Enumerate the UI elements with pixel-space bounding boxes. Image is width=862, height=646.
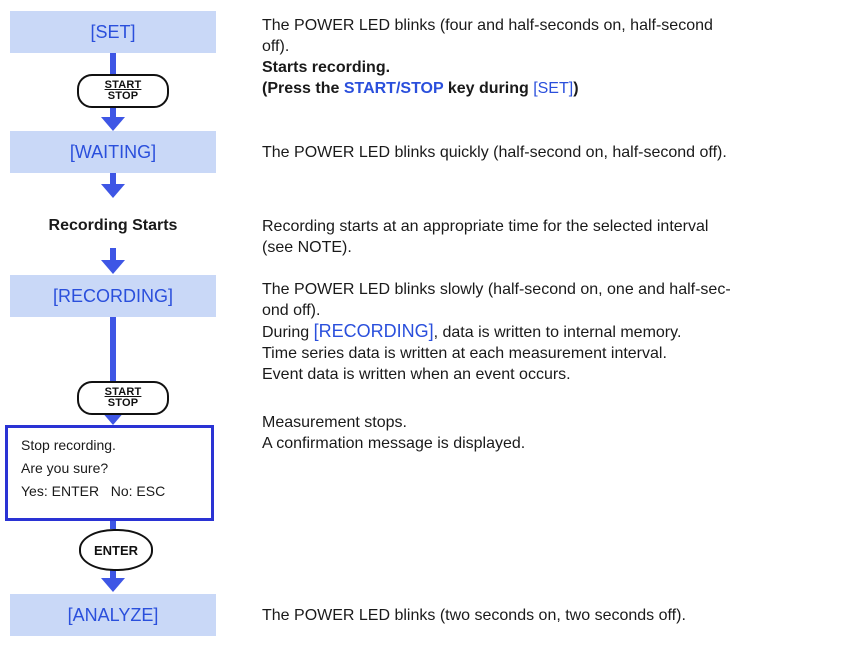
state-recording: [RECORDING] [10,275,216,317]
press-key: START/STOP [343,80,444,97]
start-stop-key: START STOP [77,381,169,415]
arrow-down-icon [101,260,125,274]
recording-line1: The POWER LED blinks slowly (half-second… [262,281,731,298]
dialog-yes: Yes: ENTER [21,483,100,499]
stop-description: Measurement stops. A confirmation messag… [262,412,525,454]
time-series-line: Time series data is written at each meas… [262,345,667,362]
flow-line [110,521,116,529]
recording-description: The POWER LED blinks slowly (half-second… [262,279,731,385]
stop-confirm-dialog: Stop recording. Are you sure? Yes: ENTER… [5,425,214,521]
state-set: [SET] [10,11,216,53]
during-recording-line: During [RECORDING], data is written to i… [262,321,731,343]
recording-starts-label: Recording Starts [48,217,178,234]
stop-label: STOP [107,90,139,102]
state-waiting: [WAITING] [10,131,216,173]
arrow-down-icon [101,578,125,592]
confirm-line: A confirmation message is displayed. [262,435,526,452]
set-desc-line2: off). [262,38,290,55]
waiting-description: The POWER LED blinks quickly (half-secon… [262,144,727,161]
during-pre: During [262,324,314,341]
press-pre: (Press the [262,80,344,97]
rec-starts-line2: (see NOTE). [262,239,352,256]
event-data-line: Event data is written when an event occu… [262,366,571,383]
state-analyze: [ANALYZE] [10,594,216,636]
flow-line [110,52,116,76]
recording-starts-description: Recording starts at an appropriate time … [262,216,708,258]
set-desc-line1: The POWER LED blinks (four and half-seco… [262,17,713,34]
press-start-stop-note: (Press the START/STOP key during [SET]) [262,78,713,99]
analyze-description: The POWER LED blinks (two seconds on, tw… [262,607,686,624]
during-state: [RECORDING] [313,321,434,341]
dialog-line2: Are you sure? [21,460,109,476]
start-stop-key: START STOP [77,74,169,108]
starts-recording-text: Starts recording. [262,59,391,76]
press-mid: key during [443,80,534,97]
rec-starts-line1: Recording starts at an appropriate time … [262,218,709,235]
arrow-down-icon [101,184,125,198]
dialog-no: No: ESC [110,483,166,499]
dialog-options: Yes: ENTER No: ESC [21,480,211,503]
dialog-line1: Stop recording. [21,437,116,453]
arrow-down-icon [101,117,125,131]
flow-line [110,317,116,383]
recording-line2: ond off). [262,302,321,319]
during-post: , data is written to internal memory. [433,324,682,341]
set-description: The POWER LED blinks (four and half-seco… [262,15,713,99]
press-post: ) [573,80,579,97]
press-state: [SET] [533,80,574,97]
meas-stops-line: Measurement stops. [262,414,407,431]
enter-key: ENTER [79,529,153,571]
stop-label: STOP [107,397,139,409]
